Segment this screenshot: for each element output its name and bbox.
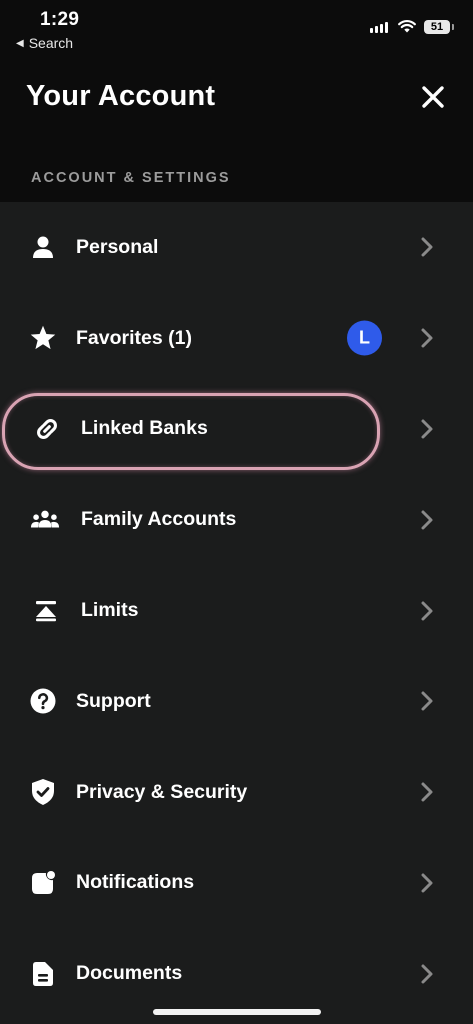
battery-level: 51: [430, 21, 444, 33]
page-title: Your Account: [26, 80, 216, 112]
settings-menu: Personal Favorites (1) L Linked Banks Fa…: [0, 202, 473, 1019]
menu-item-label: Support: [76, 689, 151, 712]
home-indicator[interactable]: [153, 1009, 321, 1015]
family-icon: [30, 505, 60, 535]
person-icon: [28, 232, 58, 262]
cellular-signal-icon: [370, 22, 388, 33]
menu-item-label: Notifications: [76, 871, 195, 894]
menu-item-label: Personal: [76, 235, 159, 258]
chevron-right-icon: [421, 328, 433, 348]
link-icon: [32, 414, 62, 444]
notification-icon: [28, 868, 58, 898]
menu-item-label: Privacy & Security: [76, 780, 248, 803]
menu-item-label: Documents: [76, 962, 183, 985]
menu-item-documents[interactable]: Documents: [0, 928, 473, 1019]
favorites-avatar-badge: L: [347, 320, 382, 356]
chevron-right-icon: [421, 237, 433, 257]
close-button[interactable]: [418, 82, 448, 112]
help-icon: [28, 686, 58, 716]
menu-item-personal[interactable]: Personal: [0, 202, 473, 293]
menu-item-family-accounts[interactable]: Family Accounts: [0, 474, 473, 565]
wifi-icon: [398, 20, 416, 33]
menu-item-label: Family Accounts: [81, 508, 237, 531]
chevron-right-icon: [421, 691, 433, 711]
section-header: ACCOUNT & SETTINGS: [31, 170, 231, 186]
menu-item-label: Linked Banks: [81, 417, 208, 440]
chevron-right-icon: [421, 510, 433, 530]
chevron-right-icon: [421, 419, 433, 439]
limits-icon: [31, 596, 61, 626]
document-icon: [28, 959, 58, 989]
menu-item-notifications[interactable]: Notifications: [0, 838, 473, 929]
chevron-right-icon: [421, 782, 433, 802]
chevron-right-icon: [421, 601, 433, 621]
back-label: Search: [28, 35, 74, 51]
chevron-right-icon: [421, 873, 433, 893]
menu-item-label: Limits: [81, 599, 139, 622]
battery-icon: 51: [424, 20, 454, 34]
star-icon: [28, 323, 58, 353]
status-time: 1:29: [40, 9, 80, 30]
menu-item-support[interactable]: Support: [0, 656, 473, 747]
close-icon: [422, 86, 444, 108]
chevron-right-icon: [421, 964, 433, 984]
header-area: 1:29 ◀ Search 51 Your Account ACCOUNT & …: [0, 0, 473, 202]
back-to-search-link[interactable]: ◀ Search: [16, 35, 73, 51]
menu-item-favorites[interactable]: Favorites (1) L: [0, 293, 473, 384]
back-triangle-icon: ◀: [16, 37, 24, 49]
menu-item-label: Favorites (1): [76, 326, 192, 349]
menu-item-limits[interactable]: Limits: [0, 565, 473, 656]
menu-item-linked-banks[interactable]: Linked Banks: [0, 384, 473, 475]
shield-icon: [28, 777, 58, 807]
menu-item-privacy-security[interactable]: Privacy & Security: [0, 747, 473, 838]
status-bar: 1:29 ◀ Search 51: [0, 0, 473, 56]
